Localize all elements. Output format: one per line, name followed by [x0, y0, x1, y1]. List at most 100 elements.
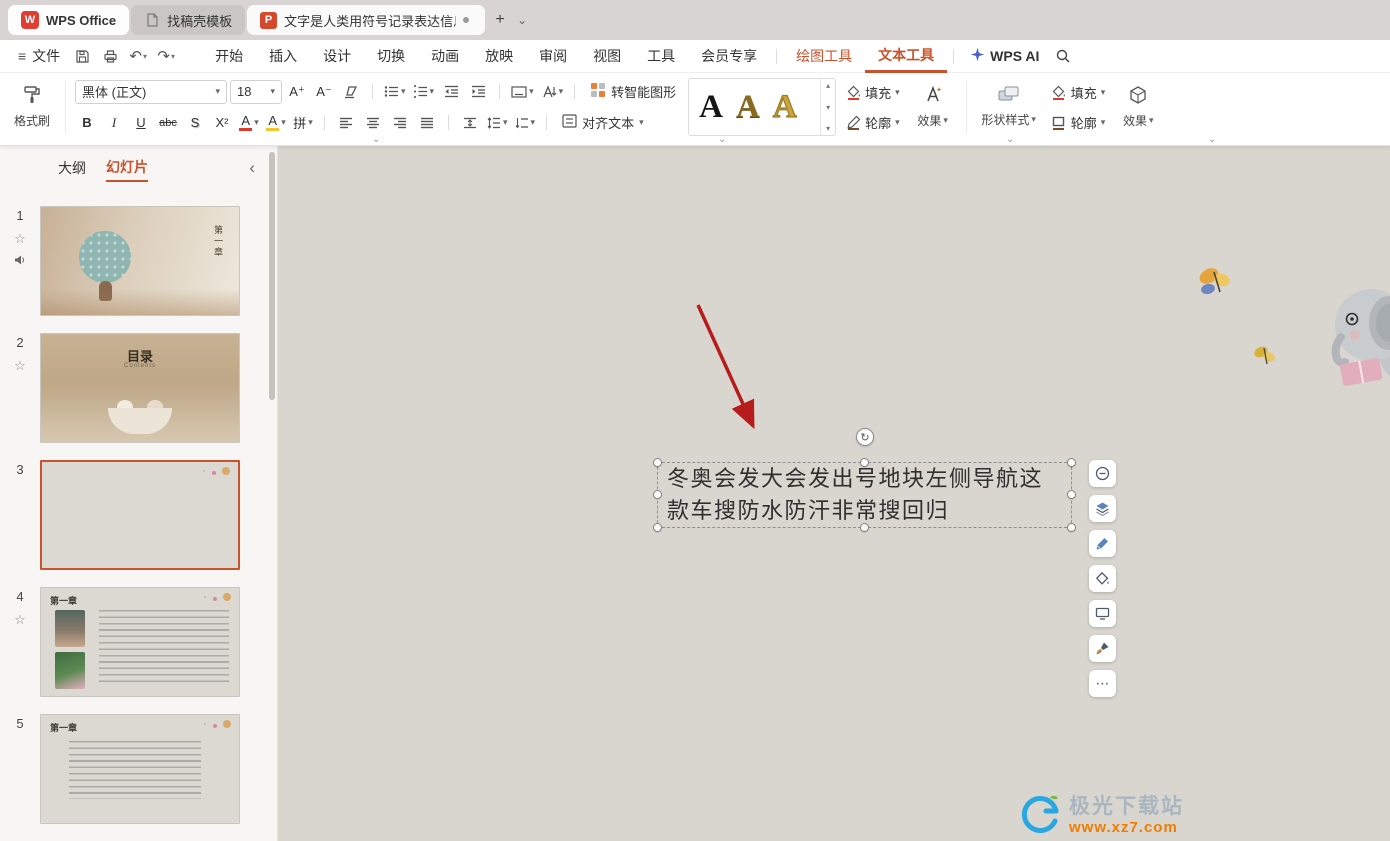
- decrease-font-button[interactable]: A⁻: [312, 80, 336, 104]
- display-button[interactable]: [1089, 600, 1116, 627]
- redo-button[interactable]: ↷ ▾: [154, 44, 178, 68]
- bullet-list-button[interactable]: ▾: [382, 80, 408, 104]
- highlight-color-button[interactable]: A ▾: [264, 111, 288, 135]
- shape-style-button[interactable]: 形状样式 ▾: [976, 79, 1042, 135]
- new-tab-button[interactable]: +: [487, 7, 513, 33]
- resize-handle-bottom-middle[interactable]: [860, 523, 869, 532]
- group-expand-icon[interactable]: ⌄: [372, 134, 380, 145]
- resize-handle-top-middle[interactable]: [860, 458, 869, 467]
- layers-button[interactable]: [1089, 495, 1116, 522]
- fill-bucket-button[interactable]: [1089, 565, 1116, 592]
- text-shadow-button[interactable]: S: [183, 111, 207, 135]
- align-center-button[interactable]: [361, 111, 385, 135]
- shape-effect-button[interactable]: 效果 ▾: [1114, 79, 1162, 135]
- text-effect-button[interactable]: 效果 ▾: [909, 79, 957, 135]
- menu-item-member[interactable]: 会员专享: [688, 40, 770, 73]
- group-expand-icon[interactable]: ⌄: [1006, 134, 1014, 145]
- undo-button[interactable]: ↶ ▾: [126, 44, 150, 68]
- wordart-style-gold-outline[interactable]: A: [773, 91, 797, 124]
- wordart-style-bronze[interactable]: A: [736, 91, 760, 124]
- menu-item-tools[interactable]: 工具: [634, 40, 688, 73]
- font-name-select[interactable]: 黑体 (正文) ▾: [75, 80, 227, 104]
- format-painter-button[interactable]: 格式刷: [8, 79, 56, 135]
- slide-thumbnail-5[interactable]: 第一章: [40, 714, 240, 824]
- file-menu-button[interactable]: ≡ 文件: [10, 40, 68, 72]
- resize-handle-top-left[interactable]: [653, 458, 662, 467]
- wordart-gallery[interactable]: A A A ▴ ▾ ▾: [688, 78, 836, 136]
- menu-item-home[interactable]: 开始: [202, 40, 256, 73]
- collapse-panel-button[interactable]: ‹: [249, 158, 255, 178]
- align-right-button[interactable]: [388, 111, 412, 135]
- sidebar-scrollbar[interactable]: [269, 152, 275, 400]
- menu-item-view[interactable]: 视图: [580, 40, 634, 73]
- wps-ai-button[interactable]: WPS AI: [960, 47, 1049, 65]
- menu-item-slideshow[interactable]: 放映: [472, 40, 526, 73]
- tab-template-doc[interactable]: 找稿壳模板: [131, 5, 245, 35]
- resize-handle-top-right[interactable]: [1067, 458, 1076, 467]
- gallery-more-icon[interactable]: ▾: [826, 124, 830, 133]
- strikethrough-button[interactable]: abc: [156, 111, 180, 135]
- tab-current-presentation[interactable]: P 文字是人类用符号记录表达信息以: [247, 5, 485, 35]
- slide-thumbnail-3[interactable]: [40, 460, 240, 570]
- shape-fill-button[interactable]: 填充 ▾: [1048, 79, 1109, 105]
- pen-button[interactable]: [1089, 530, 1116, 557]
- line-spacing-button[interactable]: ▾: [485, 111, 510, 135]
- save-button[interactable]: [70, 44, 94, 68]
- selected-textbox[interactable]: 冬奥会发大会发出号地块左侧导航这 款车搜防水防汗非常搜回归: [657, 462, 1072, 528]
- underline-button[interactable]: U: [129, 111, 153, 135]
- tab-wps-office[interactable]: W WPS Office: [8, 5, 129, 35]
- brush-button[interactable]: [1089, 635, 1116, 662]
- paragraph-spacing-button[interactable]: ▾: [513, 111, 538, 135]
- menu-item-animation[interactable]: 动画: [418, 40, 472, 73]
- group-expand-icon[interactable]: ⌄: [1208, 134, 1216, 145]
- speaker-icon[interactable]: [14, 254, 26, 269]
- superscript-button[interactable]: X²: [210, 111, 234, 135]
- slide-thumbnail-4[interactable]: 第一章: [40, 587, 240, 697]
- shape-outline-button[interactable]: 轮廓 ▾: [1048, 109, 1109, 135]
- group-expand-icon[interactable]: ⌄: [718, 134, 726, 145]
- decrease-indent-button[interactable]: [439, 80, 463, 104]
- text-direction-button[interactable]: ▾: [539, 80, 566, 104]
- scroll-up-icon[interactable]: ▴: [826, 81, 830, 90]
- numbered-list-button[interactable]: ▾: [411, 80, 437, 104]
- more-button[interactable]: ⋯: [1089, 670, 1116, 697]
- scroll-down-icon[interactable]: ▾: [826, 103, 830, 112]
- clear-format-button[interactable]: [339, 80, 363, 104]
- wordart-gallery-scroll[interactable]: ▴ ▾ ▾: [820, 79, 835, 135]
- italic-button[interactable]: I: [102, 111, 126, 135]
- menu-item-design[interactable]: 设计: [310, 40, 364, 73]
- font-size-select[interactable]: 18 ▾: [230, 80, 282, 104]
- convert-smart-graphic-button[interactable]: 转智能图形: [584, 79, 682, 105]
- resize-handle-bottom-left[interactable]: [653, 523, 662, 532]
- menu-item-review[interactable]: 审阅: [526, 40, 580, 73]
- character-shading-button[interactable]: ▾: [509, 80, 536, 104]
- rotate-handle[interactable]: ↻: [856, 428, 874, 446]
- wordart-style-plain[interactable]: A: [699, 91, 723, 124]
- collapse-toolbar-button[interactable]: [1089, 460, 1116, 487]
- align-text-button[interactable]: 对齐文本 ▾: [556, 110, 650, 136]
- slide-thumbnail-2[interactable]: 目录 Contents: [40, 333, 240, 443]
- distribute-text-button[interactable]: [458, 111, 482, 135]
- font-color-button[interactable]: A ▾: [237, 111, 261, 135]
- print-button[interactable]: [98, 44, 122, 68]
- justify-button[interactable]: [415, 111, 439, 135]
- text-outline-button[interactable]: 轮廓 ▾: [842, 109, 903, 135]
- menu-item-transition[interactable]: 切换: [364, 40, 418, 73]
- search-button[interactable]: [1051, 44, 1075, 68]
- align-left-button[interactable]: [334, 111, 358, 135]
- increase-font-button[interactable]: A⁺: [285, 80, 309, 104]
- slide-thumbnail-1[interactable]: 第一章: [40, 206, 240, 316]
- tab-list-button[interactable]: ⌄: [513, 7, 531, 33]
- menu-item-draw-tools[interactable]: 绘图工具: [783, 40, 865, 73]
- resize-handle-middle-left[interactable]: [653, 490, 662, 499]
- text-fill-button[interactable]: 填充 ▾: [842, 79, 903, 105]
- resize-handle-bottom-right[interactable]: [1067, 523, 1076, 532]
- increase-indent-button[interactable]: [466, 80, 490, 104]
- tab-slides[interactable]: 幻灯片: [106, 157, 148, 182]
- bold-button[interactable]: B: [75, 111, 99, 135]
- slide-canvas[interactable]: ↻ 冬奥会发大会发出号地块左侧导航这 款车搜防水防汗非常搜回归: [278, 146, 1390, 841]
- resize-handle-middle-right[interactable]: [1067, 490, 1076, 499]
- menu-item-insert[interactable]: 插入: [256, 40, 310, 73]
- menu-item-text-tools[interactable]: 文本工具: [865, 40, 947, 73]
- pinyin-guide-button[interactable]: 拼 ▾: [291, 111, 315, 135]
